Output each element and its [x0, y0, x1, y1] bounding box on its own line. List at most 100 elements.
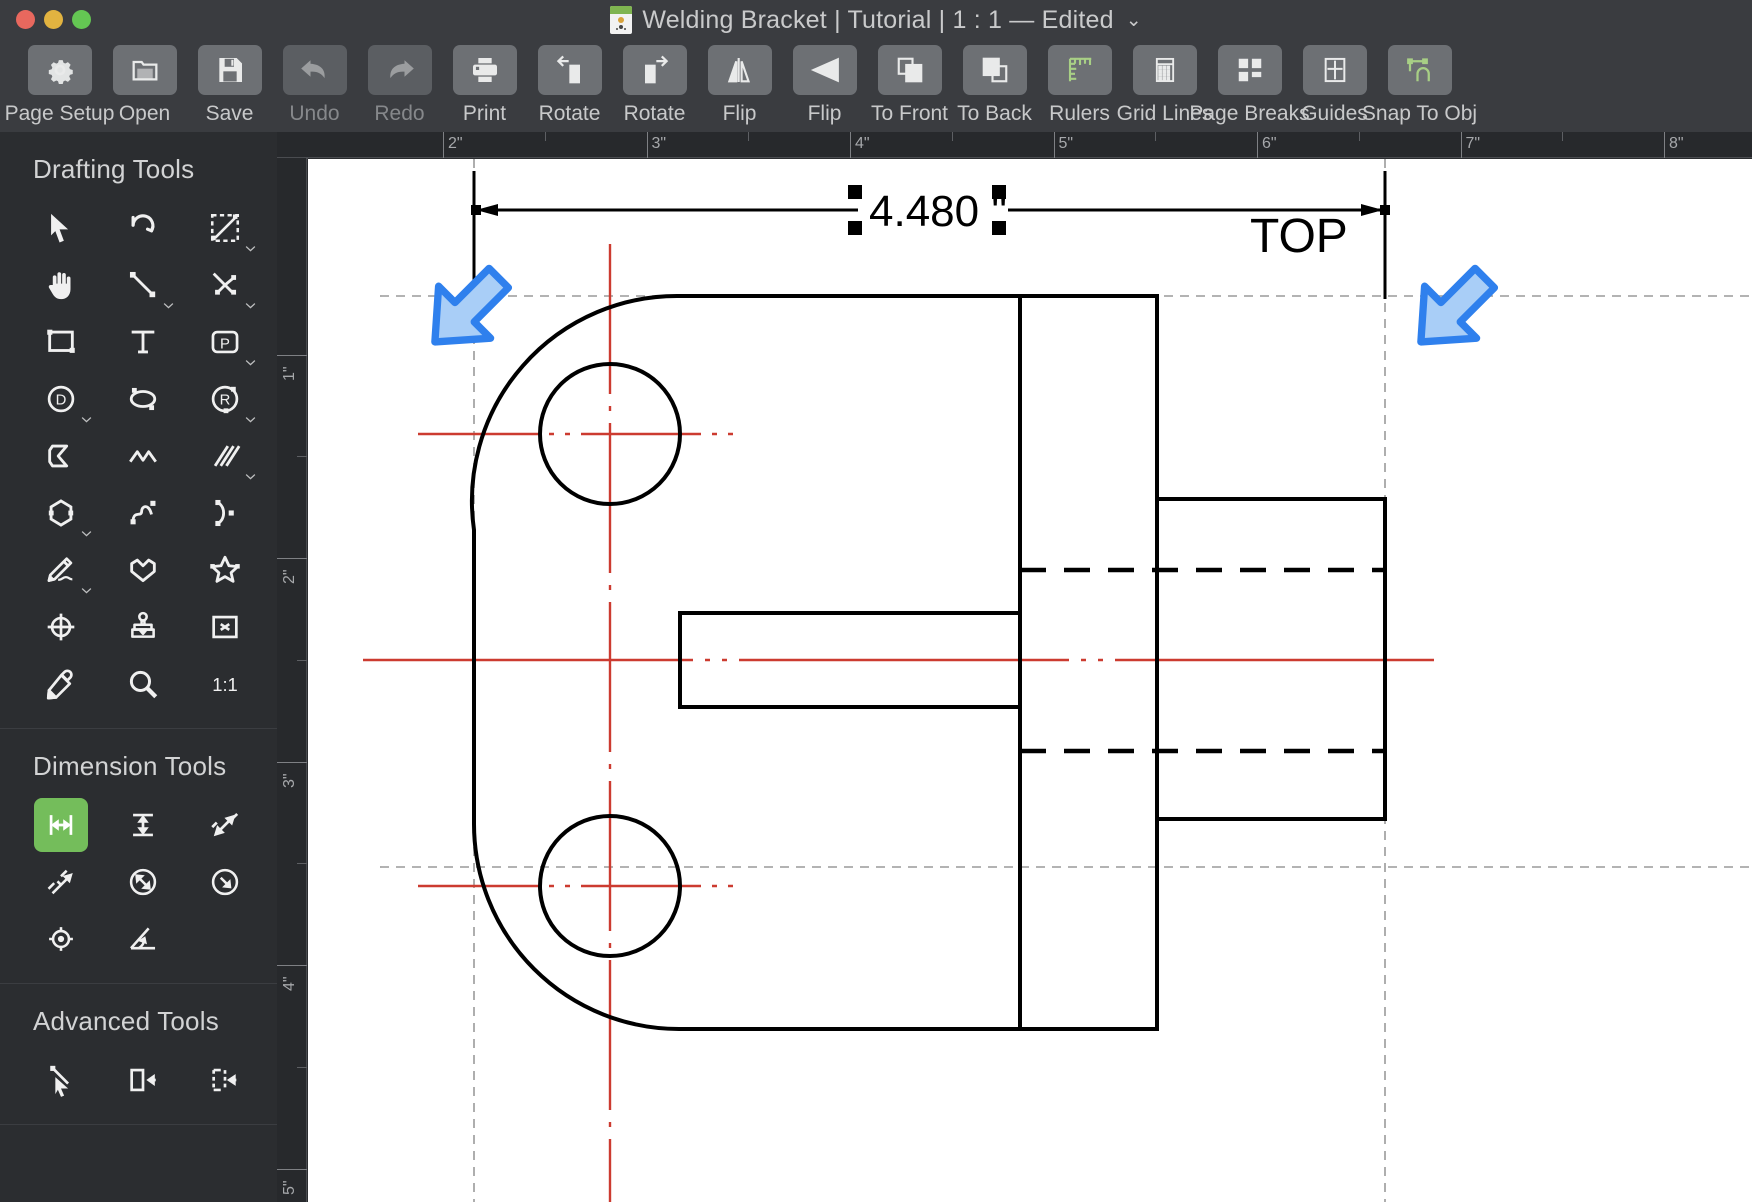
rectangle-tool[interactable] [20, 313, 102, 370]
toolbar-button-page-setup[interactable]: Page Setup [5, 40, 114, 126]
ruler-tick [646, 132, 648, 158]
line-tool[interactable] [102, 256, 184, 313]
ruler-tick [1053, 132, 1055, 158]
ruler-icon [1047, 45, 1112, 95]
align-left-tool-icon [116, 1053, 170, 1107]
horizontal-ruler[interactable]: 2" 3" 4" 5" 6" 7" 8" [277, 132, 1752, 158]
ruler-label: 2" [448, 135, 463, 152]
toolbar-button-rotate[interactable]: Rotate [528, 40, 611, 126]
heart-shape-tool-icon [116, 543, 170, 597]
center-mark-tool[interactable] [20, 598, 102, 655]
parallel-lines-tool[interactable] [184, 427, 266, 484]
diameter-circle-tool[interactable]: D [20, 370, 102, 427]
rotate-right-icon [622, 45, 687, 95]
scale-selection-tool-icon [198, 201, 252, 255]
panel-section-dimension-tools: Dimension Tools [0, 729, 277, 984]
toolbar-button-print[interactable]: Print [443, 40, 526, 126]
panel-section-advanced-tools: Advanced Tools [0, 984, 277, 1125]
ruler-label: 2" [281, 569, 298, 584]
vertical-dimension-tool[interactable] [102, 796, 184, 853]
ellipse-tool[interactable] [102, 370, 184, 427]
node-edit-tool[interactable] [20, 1051, 102, 1108]
eyedropper-tool-icon [34, 657, 88, 711]
vertical-dimension-tool-icon [116, 798, 170, 852]
delete-tool[interactable] [184, 598, 266, 655]
center-mark-dimension-tool[interactable] [20, 910, 102, 967]
grid-lines-icon [1132, 45, 1197, 95]
select-arrow-tool-icon [34, 201, 88, 255]
ruler-tick [277, 354, 307, 356]
horizontal-dimension-tool[interactable] [20, 796, 102, 853]
radius-dimension-tool[interactable] [184, 853, 266, 910]
text-tool[interactable] [102, 313, 184, 370]
radius-arc-tool[interactable]: R [184, 370, 266, 427]
zoom-tool[interactable] [102, 655, 184, 712]
toolbar-button-rotate[interactable]: Rotate [613, 40, 696, 126]
redo-arrow-icon [367, 45, 432, 95]
toolbar-button-save[interactable]: Save [188, 40, 271, 126]
chamfer-tool[interactable] [20, 427, 102, 484]
polyline-tool-icon [198, 258, 252, 312]
toolbar-button-flip[interactable]: Flip [698, 40, 781, 126]
toolbar-button-snap-to-obj[interactable]: Snap To Obj [1362, 40, 1477, 126]
point-label-tool-icon: P [198, 315, 252, 369]
toolbar-button-label: To Back [957, 102, 1032, 125]
vertical-ruler[interactable]: 1" 2" 3" 4" 5" [277, 158, 307, 1202]
toolbar-button-label: Print [462, 102, 507, 125]
toolbar-button-rulers[interactable]: Rulers [1038, 40, 1121, 126]
baseline-dimension-tool[interactable] [20, 853, 102, 910]
polygon-tool-icon [34, 486, 88, 540]
heart-shape-tool[interactable] [102, 541, 184, 598]
actual-size-tool[interactable]: 1:1 [184, 655, 266, 712]
toolbar-button-redo: Redo [358, 40, 441, 126]
chevron-down-icon[interactable]: ⌄ [1126, 9, 1142, 32]
point-label-tool[interactable]: P [184, 313, 266, 370]
drawing-canvas[interactable]: 4.480 " TOP [308, 159, 1752, 1202]
tool-palette-sidebar: Drafting Tools P D R 1:1 Dimension Tools Advan… [0, 132, 277, 1202]
diameter-dimension-tool[interactable] [102, 853, 184, 910]
toolbar-button-undo: Undo [273, 40, 356, 126]
ruler-tick [1460, 132, 1462, 158]
ruler-tick [277, 1168, 307, 1170]
cursor-arrow-right [1417, 264, 1499, 346]
document-title-area[interactable]: Welding Bracket | Tutorial | 1 : 1 — Edi… [0, 0, 1752, 40]
freehand-pencil-tool[interactable] [20, 541, 102, 598]
select-arrow-tool[interactable] [20, 199, 102, 256]
zoom-tool-icon [116, 657, 170, 711]
ruler-label: 3" [281, 772, 298, 788]
ruler-label: 1" [281, 365, 298, 381]
toolbar-button-to-back[interactable]: To Back [953, 40, 1036, 126]
send-to-back-icon [962, 45, 1027, 95]
stamp-tool[interactable] [102, 598, 184, 655]
toolbar-button-page-breaks[interactable]: Page Breaks [1189, 40, 1310, 126]
toolbar-button-to-front[interactable]: To Front [868, 40, 951, 126]
toolbar-button-label: Save [205, 102, 254, 125]
toolbar-button-flip[interactable]: Flip [783, 40, 866, 126]
rotate-tool[interactable] [102, 199, 184, 256]
angular-dimension-tool[interactable] [102, 910, 184, 967]
ruler-label: 6" [1262, 135, 1277, 152]
zigzag-tool-icon [116, 429, 170, 483]
pan-hand-tool-icon [34, 258, 88, 312]
pan-hand-tool[interactable] [20, 256, 102, 313]
ruler-tick [277, 965, 307, 966]
aligned-dimension-tool[interactable] [184, 796, 266, 853]
distribute-tool[interactable] [184, 1051, 266, 1108]
zigzag-tool[interactable] [102, 427, 184, 484]
scale-selection-tool[interactable] [184, 199, 266, 256]
spline-tool[interactable] [102, 484, 184, 541]
align-left-tool[interactable] [102, 1051, 184, 1108]
spline-tool-icon [116, 486, 170, 540]
view-label-text[interactable]: TOP [1250, 210, 1348, 263]
arc-tool[interactable] [184, 484, 266, 541]
ruler-label: 5" [1058, 135, 1074, 152]
polyline-tool[interactable] [184, 256, 266, 313]
star-shape-tool[interactable] [184, 541, 266, 598]
polygon-tool[interactable] [20, 484, 102, 541]
toolbar-button-open[interactable]: Open [103, 40, 186, 126]
dimension-value-text[interactable]: 4.480 " [869, 187, 1007, 236]
ruler-tick [1257, 132, 1258, 158]
toolbar-button-label: Redo [374, 102, 425, 125]
eyedropper-tool[interactable] [20, 655, 102, 712]
ruler-tick [443, 132, 444, 158]
